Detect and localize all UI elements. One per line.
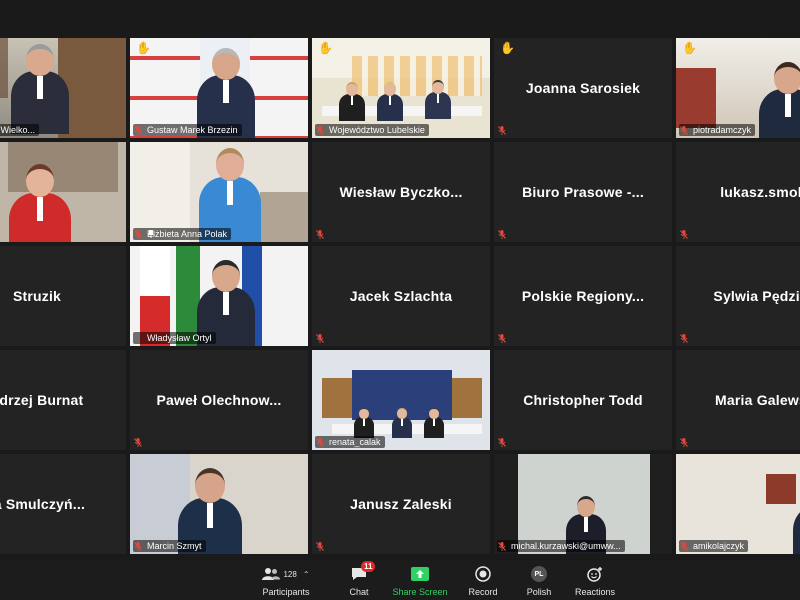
participant-tile[interactable]: Marcin Szmyt — [130, 454, 308, 554]
participants-label: Participants — [262, 587, 310, 597]
participant-name: Struzik — [12, 288, 62, 304]
participant-name-label: renata_calak — [315, 436, 385, 448]
participant-name: Christopher Todd — [523, 392, 643, 408]
muted-mic-icon — [498, 542, 506, 551]
participant-name: Jacek Szlachta — [349, 288, 453, 304]
muted-mic-icon — [316, 230, 324, 239]
muted-mic-icon — [680, 542, 688, 551]
participant-tile[interactable]: Gustaw Marek Brzezin ✋ — [130, 38, 308, 138]
participant-tile[interactable]: z — [0, 142, 126, 242]
participant-tile[interactable]: lukasz.smolk — [676, 142, 800, 242]
participant-name-label: Województwo Lubelskie — [315, 124, 429, 136]
participant-grid: kowiak - Wielko...Gustaw Marek Brzezin✋W… — [0, 38, 800, 554]
muted-mic-icon — [134, 542, 142, 551]
participant-tile[interactable]: Joanna Sarosiek ✋ — [494, 38, 672, 138]
participant-name: Joanna Sarosiek — [525, 80, 641, 96]
participant-tile[interactable]: piotradamczyk ✋ — [676, 38, 800, 138]
muted-mic-icon — [498, 126, 506, 135]
participant-tile[interactable]: ndrzej Burnat — [0, 350, 126, 450]
participant-tile[interactable]: Janusz Zaleski — [312, 454, 490, 554]
reactions-icon — [587, 567, 602, 582]
record-button[interactable]: Record — [466, 560, 500, 600]
raised-hand-icon: ✋ — [500, 41, 515, 55]
participant-name: Polskie Regiony... — [521, 288, 645, 304]
participant-name: Janusz Zaleski — [350, 496, 452, 512]
muted-mic-icon — [498, 438, 506, 447]
raised-hand-icon: ✋ — [682, 41, 697, 55]
participant-name-label: Gustaw Marek Brzezin — [133, 124, 242, 136]
muted-mic-icon — [134, 438, 142, 447]
record-label: Record — [468, 587, 498, 597]
chat-button[interactable]: 11 Chat — [343, 560, 376, 600]
participant-count: 128 — [283, 569, 297, 579]
participant-tile[interactable]: Wiesław Byczko... — [312, 142, 490, 242]
participant-name-label: Władysław Ortyl — [133, 332, 216, 344]
language-label: Polish — [526, 587, 552, 597]
reactions-button[interactable]: Reactions — [573, 560, 617, 600]
language-interpretation-button[interactable]: PL Polish — [524, 560, 554, 600]
share-screen-button[interactable]: Share Screen — [392, 560, 448, 600]
participant-tile[interactable]: Elżbieta Anna Polak — [130, 142, 308, 242]
muted-mic-icon — [134, 126, 142, 135]
chat-unread-badge: 11 — [361, 561, 376, 572]
participant-tile[interactable]: Christopher Todd — [494, 350, 672, 450]
participant-name-label: piotradamczyk — [679, 124, 756, 136]
raised-hand-icon: ✋ — [318, 41, 333, 55]
participant-name-label: Marcin Szmyt — [133, 540, 206, 552]
participant-tile[interactable]: michal.kurzawski@umww... — [494, 454, 672, 554]
participant-tile[interactable]: Jacek Szlachta — [312, 246, 490, 346]
participant-tile[interactable]: Maria Galewsk — [676, 350, 800, 450]
muted-mic-icon — [680, 230, 688, 239]
share-screen-label: Share Screen — [392, 587, 448, 597]
participant-tile[interactable]: Województwo Lubelskie ✋ — [312, 38, 490, 138]
participant-name: Wiesław Byczko... — [339, 184, 463, 200]
video-gallery: kowiak - Wielko...Gustaw Marek Brzezin✋W… — [0, 0, 800, 560]
participant-tile[interactable]: ta Smulczyń... — [0, 454, 126, 554]
participants-icon — [262, 568, 281, 580]
muted-mic-icon — [680, 438, 688, 447]
muted-mic-icon — [498, 334, 506, 343]
participant-name: ndrzej Burnat — [0, 392, 84, 408]
participant-tile[interactable]: Sylwia Pędzińs — [676, 246, 800, 346]
muted-mic-icon — [316, 126, 324, 135]
participant-name: ta Smulczyń... — [0, 496, 86, 512]
participant-name-label: amikolajczyk — [679, 540, 749, 552]
participants-button[interactable]: 128 ⌃ Participants — [262, 560, 310, 600]
participant-name: Sylwia Pędzińs — [713, 288, 800, 304]
muted-mic-icon — [134, 230, 142, 239]
participant-tile[interactable]: Polskie Regiony... — [494, 246, 672, 346]
meeting-toolbar: 128 ⌃ Participants 11 Chat Share Screen — [0, 560, 800, 600]
participant-name: Maria Galewsk — [715, 392, 800, 408]
chat-label: Chat — [349, 587, 369, 597]
language-avatar-icon: PL — [531, 566, 547, 582]
participant-tile[interactable]: kowiak - Wielko... — [0, 38, 126, 138]
reactions-label: Reactions — [574, 587, 616, 597]
participant-tile[interactable]: renata_calak — [312, 350, 490, 450]
muted-mic-icon — [498, 230, 506, 239]
participant-name: Paweł Olechnow... — [156, 392, 282, 408]
pin-icon — [148, 230, 154, 238]
participant-name: lukasz.smolk — [720, 184, 800, 200]
raised-hand-icon: ✋ — [136, 41, 151, 55]
share-screen-icon — [411, 567, 429, 581]
participant-tile[interactable]: Władysław Ortyl — [130, 246, 308, 346]
participant-tile[interactable]: amikolajczyk — [676, 454, 800, 554]
participant-name-label: michal.kurzawski@umww... — [497, 540, 625, 552]
muted-mic-icon — [316, 438, 324, 447]
muted-mic-icon — [680, 334, 688, 343]
participant-tile[interactable]: Biuro Prasowe -... — [494, 142, 672, 242]
record-icon — [475, 566, 491, 582]
muted-mic-icon — [680, 126, 688, 135]
participant-name-label: kowiak - Wielko... — [0, 124, 40, 136]
participant-name: Biuro Prasowe -... — [522, 184, 644, 200]
participant-tile[interactable]: Paweł Olechnow... — [130, 350, 308, 450]
chevron-up-icon[interactable]: ⌃ — [303, 570, 310, 579]
muted-mic-icon — [316, 334, 324, 343]
muted-mic-icon — [316, 542, 324, 551]
participant-tile[interactable]: Struzik — [0, 246, 126, 346]
